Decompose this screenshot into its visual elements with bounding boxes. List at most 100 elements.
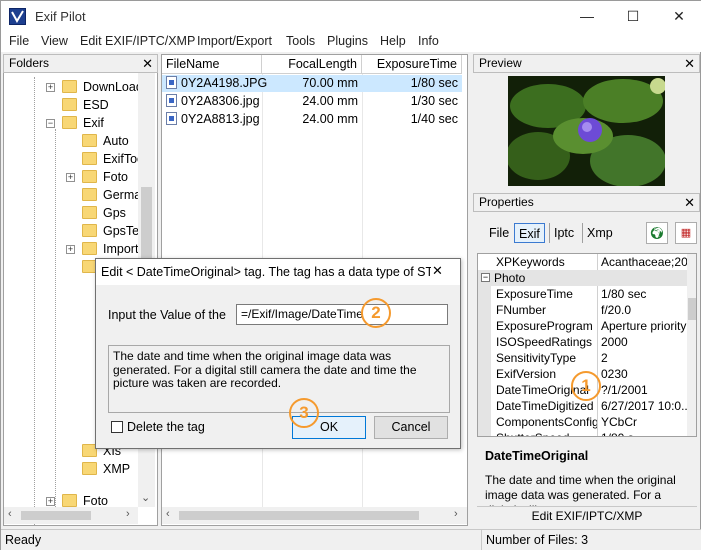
tab-file[interactable]: File [485, 223, 513, 243]
folder-icon [82, 224, 97, 237]
scroll-right-icon[interactable]: › [126, 508, 130, 520]
prop-row[interactable]: ShutterSpeed1/80 s [478, 430, 687, 436]
prop-value: ?/1/2001 [601, 383, 648, 397]
prop-key: ExposureProgram [494, 318, 598, 334]
menu-help[interactable]: Help [380, 34, 406, 48]
property-description: DateTimeOriginal The date and time when … [477, 441, 697, 507]
prop-row[interactable]: ISOSpeedRatings 2000 [478, 334, 687, 350]
file-row[interactable]: 0Y2A4198.JPG 70.00 mm 1/80 sec [162, 75, 462, 92]
expand-icon[interactable]: + [46, 83, 55, 92]
tree-item-download[interactable]: DownLoad [62, 78, 143, 96]
tree-item-exiftool[interactable]: ExifToo [82, 150, 144, 168]
maximize-button[interactable]: ☐ [610, 1, 656, 32]
tree-item-import[interactable]: Import [82, 240, 138, 258]
collapse-icon[interactable]: − [46, 119, 55, 128]
expand-icon[interactable]: + [46, 497, 55, 506]
properties-scroll-thumb[interactable] [688, 298, 696, 320]
properties-close-icon[interactable]: ✕ [684, 194, 695, 211]
folders-header: Folders ✕ [3, 54, 158, 73]
preview-close-icon[interactable]: ✕ [684, 55, 695, 72]
image-file-icon [166, 76, 177, 89]
tree-item-xmp[interactable]: XMP [82, 460, 130, 478]
menu-plugins[interactable]: Plugins [327, 34, 368, 48]
tree-item-gpstest[interactable]: GpsTes [82, 222, 145, 240]
delete-tag-label: Delete the tag [127, 420, 205, 434]
folder-icon [62, 116, 77, 129]
file-count: Number of Files: 3 [486, 533, 589, 547]
expand-icon[interactable]: + [66, 173, 75, 182]
title-bar: Exif Pilot — ☐ ✕ [1, 1, 701, 32]
tab-exif[interactable]: Exif [514, 223, 545, 243]
tab-iptc[interactable]: Iptc [549, 223, 578, 243]
tree-item-foto[interactable]: Foto [82, 168, 128, 186]
files-hscroll-thumb[interactable] [179, 511, 419, 520]
tab-xmp[interactable]: Xmp [582, 223, 617, 243]
scroll-left-icon[interactable]: ‹ [166, 508, 170, 520]
scroll-down-icon[interactable]: ⌄ [141, 491, 150, 504]
property-grid: XPKeywords Acanthaceae;20... − Photo Exp… [477, 253, 697, 437]
scroll-right-icon[interactable]: › [454, 508, 458, 520]
menu-view[interactable]: View [41, 34, 68, 48]
prop-row[interactable]: SensitivityType 2 [478, 350, 687, 366]
edit-exif-button[interactable]: Edit EXIF/IPTC/XMP [477, 506, 697, 526]
tree-item-auto[interactable]: Auto [82, 132, 129, 150]
folder-icon [82, 134, 97, 147]
folder-icon [82, 206, 97, 219]
minimize-button[interactable]: — [564, 1, 610, 32]
folder-icon [82, 242, 97, 255]
file-row[interactable]: 0Y2A8813.jpg 24.00 mm 1/40 sec [162, 111, 462, 128]
expand-icon[interactable]: + [66, 245, 75, 254]
globe-icon[interactable]: 🌍︎ [646, 222, 668, 244]
properties-scrollbar[interactable] [687, 254, 696, 436]
delete-tag-checkbox[interactable] [111, 421, 123, 433]
prop-row[interactable]: FNumber f/20.0 [478, 302, 687, 318]
menu-import-export[interactable]: Import/Export [197, 34, 272, 48]
menu-tools[interactable]: Tools [286, 34, 315, 48]
status-bar: Ready Number of Files: 3 [1, 529, 701, 550]
dialog-close-button[interactable]: ✕ [432, 263, 443, 279]
prop-key: ComponentsConfiguration [494, 414, 598, 430]
exif-pilot-window: Exif Pilot — ☐ ✕ File View Edit EXIF/IPT… [0, 0, 701, 550]
prop-row[interactable]: ExposureProgram Aperture priority [478, 318, 687, 334]
file-row[interactable]: 0Y2A8306.jpg 24.00 mm 1/30 sec [162, 93, 462, 110]
menu-edit-exif[interactable]: Edit EXIF/IPTC/XMP [80, 34, 195, 48]
prop-value: f/20.0 [601, 303, 632, 317]
edit-tag-dialog: Edit < DateTimeOriginal> tag. The tag ha… [95, 258, 461, 449]
close-button[interactable]: ✕ [656, 1, 701, 32]
folders-hscroll-thumb[interactable] [21, 511, 91, 520]
prop-key: ISOSpeedRatings [494, 334, 598, 350]
table-export-icon[interactable]: ▦ [675, 222, 697, 244]
dialog-title: Edit < DateTimeOriginal> tag. The tag ha… [101, 265, 431, 279]
preview-panel: Preview ✕ [473, 54, 700, 191]
tag-description-text: The date and time when the original imag… [113, 349, 417, 390]
cancel-button[interactable]: Cancel [374, 416, 448, 439]
column-focallength[interactable]: FocalLength [262, 55, 362, 74]
tree-item-esd[interactable]: ESD [62, 96, 109, 114]
tree-item-germa[interactable]: Germa [82, 186, 141, 204]
status-divider [481, 530, 482, 550]
folder-icon [82, 170, 97, 183]
collapse-icon[interactable]: − [481, 273, 490, 282]
annotation-badge-1: 1 [571, 371, 601, 401]
tag-description-box: The date and time when the original imag… [108, 345, 450, 413]
tree-item-exif[interactable]: Exif [62, 114, 104, 132]
tag-value-input[interactable]: =/Exif/Image/DateTime [236, 304, 448, 325]
scroll-left-icon[interactable]: ‹ [8, 508, 12, 520]
prop-group-photo[interactable]: − Photo [478, 270, 687, 286]
menu-info[interactable]: Info [418, 34, 439, 48]
prop-row-xpkeywords[interactable]: XPKeywords Acanthaceae;20... [478, 254, 687, 270]
folder-icon [62, 494, 77, 507]
folders-close-icon[interactable]: ✕ [142, 55, 153, 72]
column-filename[interactable]: FileName [162, 55, 262, 74]
tree-item-gps[interactable]: Gps [82, 204, 126, 222]
image-file-icon [166, 94, 177, 107]
prop-key: FNumber [494, 302, 598, 318]
prop-value: 1/80 s [601, 430, 687, 436]
prop-value: 1/80 sec [601, 287, 647, 301]
prop-row[interactable]: ExposureTime 1/80 sec [478, 286, 687, 302]
folders-hscrollbar[interactable]: ‹ › [4, 507, 138, 524]
files-hscrollbar[interactable]: ‹ › [162, 507, 467, 524]
menu-file[interactable]: File [9, 34, 29, 48]
column-exposuretime[interactable]: ExposureTime [362, 55, 462, 74]
prop-row[interactable]: ComponentsConfigurationYCbCr [478, 414, 687, 430]
